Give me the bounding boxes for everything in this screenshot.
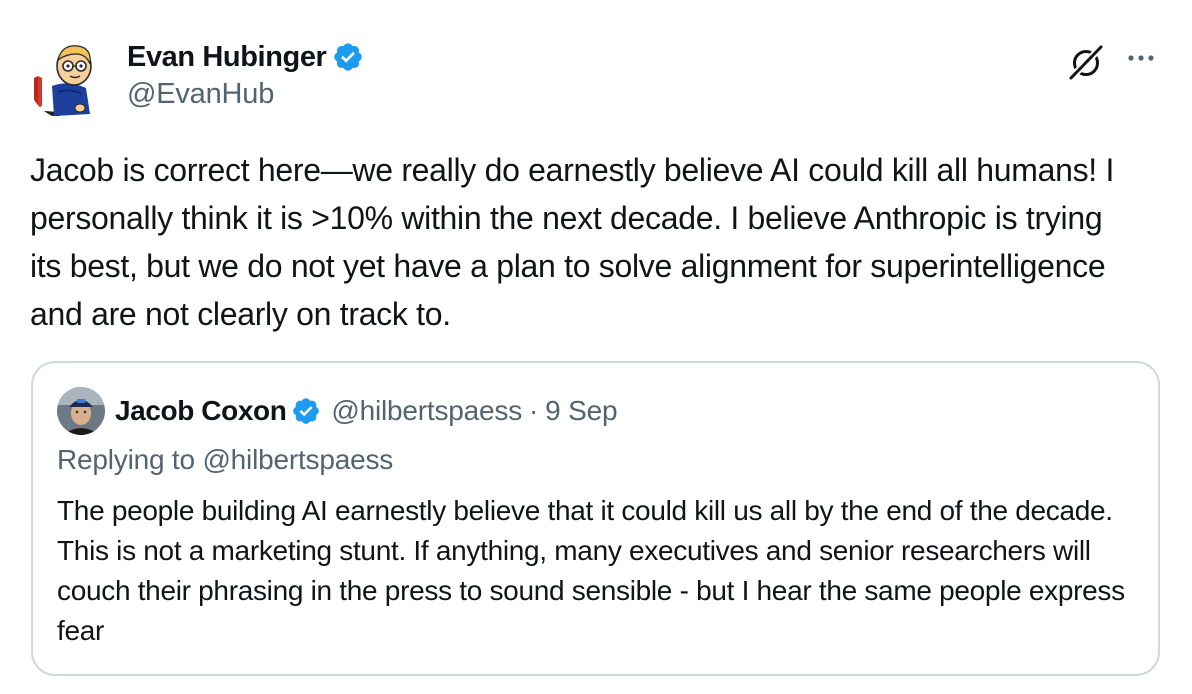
quoted-tweet-date[interactable]: 9 Sep xyxy=(545,395,617,427)
tweet-text: Jacob is correct here—we really do earne… xyxy=(30,152,1115,332)
author-handle[interactable]: @EvanHub xyxy=(127,78,274,111)
quoted-author-name[interactable]: Jacob Coxon xyxy=(115,395,287,427)
author-name-row: Evan Hubinger xyxy=(127,37,364,77)
quoted-tweet-header: Jacob Coxon @hilbertspaess · 9 Sep xyxy=(115,391,618,431)
more-options-icon[interactable] xyxy=(1123,46,1159,70)
profile-photo-icon xyxy=(57,387,105,435)
header-separator: · xyxy=(529,395,539,426)
verified-badge-icon xyxy=(332,41,364,73)
quoted-author-avatar[interactable] xyxy=(57,387,105,435)
quoted-tweet-card[interactable]: Jacob Coxon @hilbertspaess · 9 Sep Reply… xyxy=(31,361,1160,676)
verified-badge-icon xyxy=(291,396,321,426)
quoted-author-handle[interactable]: @hilbertspaess xyxy=(331,395,522,427)
cartoon-avatar-icon xyxy=(28,36,112,120)
author-avatar[interactable] xyxy=(28,36,112,120)
quoted-tweet-text: The people building AI earnestly believe… xyxy=(57,495,1125,646)
replying-to-label: Replying to @hilbertspaess xyxy=(57,444,394,475)
author-name[interactable]: Evan Hubinger xyxy=(127,41,327,74)
grok-icon[interactable] xyxy=(1066,42,1106,82)
